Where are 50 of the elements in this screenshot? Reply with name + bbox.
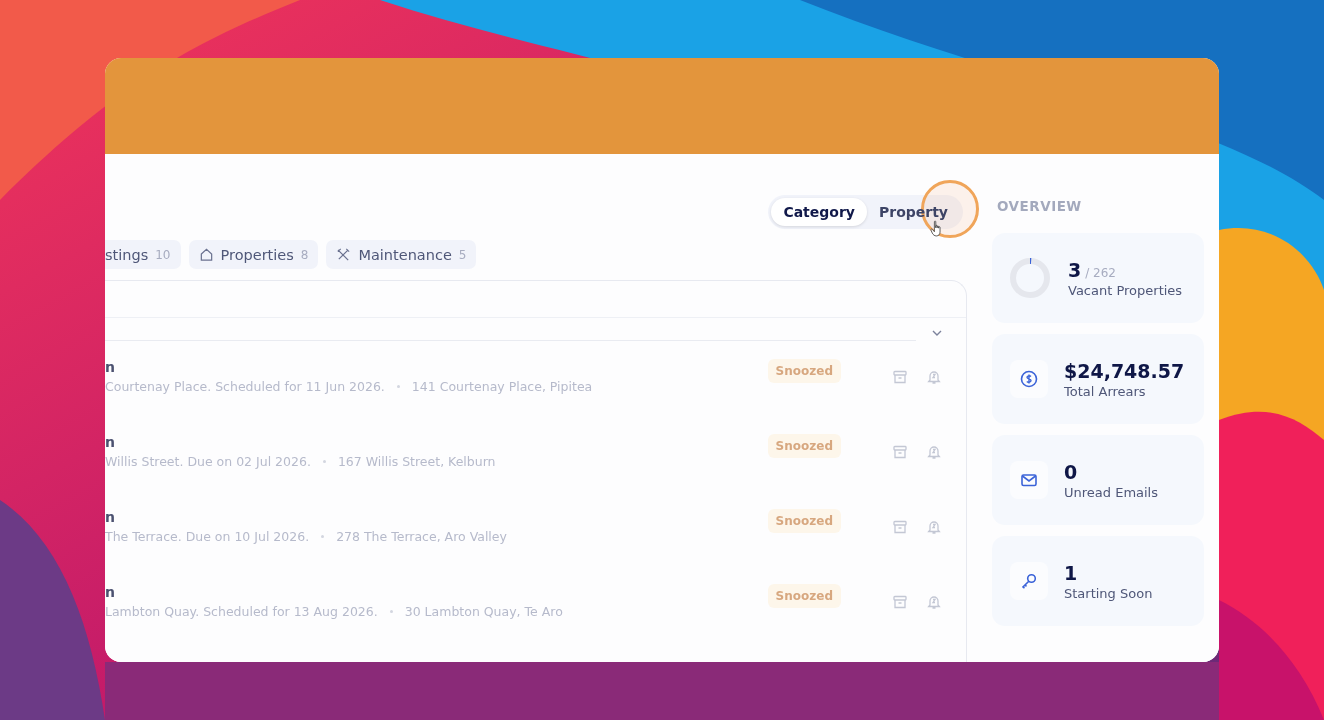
item-description: Courtenay Place. Scheduled for 11 Jun 2026.: [105, 379, 385, 394]
hand-cursor-icon: [930, 220, 943, 237]
dollar-icon: [1020, 370, 1038, 388]
item-address: 141 Courtenay Place, Pipitea: [411, 379, 593, 394]
mail-icon: [1020, 471, 1038, 489]
section-title: OVERVIEW: [997, 198, 1083, 214]
archive-icon[interactable]: [892, 444, 908, 460]
item-address: 278 The Terrace, Aro Valley: [336, 529, 507, 544]
key-icon: [1020, 572, 1038, 590]
status-badge: Snoozed: [767, 434, 841, 458]
item-description: Lambton Quay. Scheduled for 13 Aug 2026.: [105, 604, 378, 619]
separator-dot: [321, 535, 325, 538]
item-address: 30 Lambton Quay, Te Aro: [404, 604, 563, 619]
snooze-bell-icon[interactable]: [926, 594, 942, 610]
house-icon: [198, 247, 214, 262]
donut-chart: [1008, 256, 1052, 300]
separator-dot: [322, 460, 326, 463]
category-tab[interactable]: Properties 8: [188, 240, 319, 269]
item-title: n: [105, 509, 115, 525]
stat-label: Unread Emails: [1064, 484, 1158, 500]
status-badge: Snoozed: [767, 359, 841, 383]
stat-value: 0: [1064, 460, 1078, 483]
tools-icon: [336, 247, 352, 262]
item-title: n: [105, 434, 115, 450]
stat-label: Total Arrears: [1064, 383, 1147, 399]
item-description: The Terrace. Due on 10 Jul 2026.: [105, 529, 310, 544]
snooze-bell-icon[interactable]: [926, 519, 942, 535]
snooze-bell-icon[interactable]: [926, 369, 942, 385]
stat-total: / 262: [1085, 265, 1116, 280]
item-title: n: [105, 584, 115, 600]
stat-label: Starting Soon: [1064, 585, 1153, 601]
stat-label: Vacant Properties: [1068, 282, 1183, 298]
stat-value: 1: [1064, 561, 1078, 584]
chevron-down-icon[interactable]: [932, 329, 942, 337]
item-description: Willis Street. Due on 02 Jul 2026.: [105, 454, 311, 469]
stat-value: 3: [1068, 258, 1082, 281]
stat-value: $24,748.57: [1064, 359, 1185, 382]
status-badge: Snoozed: [767, 509, 841, 533]
category-tab[interactable]: stings 10: [105, 240, 181, 269]
separator-dot: [396, 385, 400, 388]
category-tab[interactable]: Maintenance 5: [326, 240, 477, 269]
status-badge: Snoozed: [767, 584, 841, 608]
item-title: n: [105, 359, 115, 375]
archive-icon[interactable]: [892, 519, 908, 535]
archive-icon[interactable]: [892, 594, 908, 610]
snooze-bell-icon[interactable]: [926, 444, 942, 460]
archive-icon[interactable]: [892, 369, 908, 385]
item-address: 167 Willis Street, Kelburn: [337, 454, 496, 469]
toggle-option[interactable]: Category: [771, 198, 867, 226]
separator-dot: [389, 610, 393, 613]
